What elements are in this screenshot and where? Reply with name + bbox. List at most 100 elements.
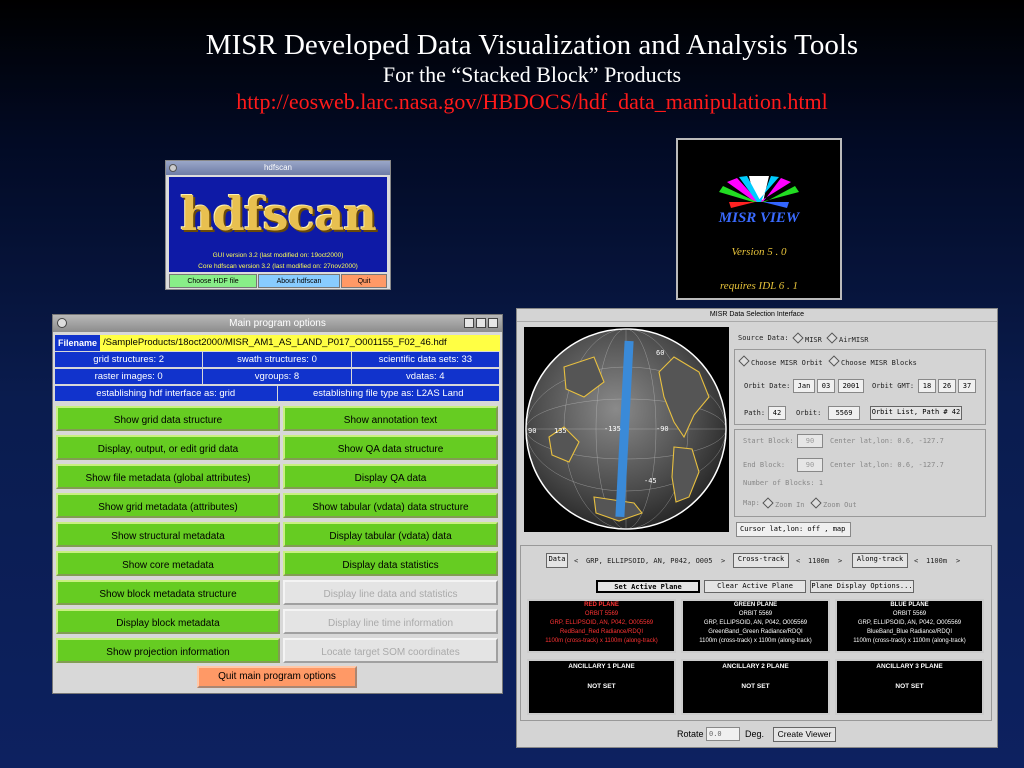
along-track-resolution: 1100m — [926, 557, 948, 565]
filename-row: Filename /SampleProducts/18oct2000/MISR_… — [55, 335, 500, 351]
show-tabular-data-structure-button[interactable]: Show tabular (vdata) data structure — [283, 493, 498, 518]
minimize-icon[interactable] — [464, 318, 474, 328]
plane-display-options-button[interactable]: Plane Display Options... — [810, 580, 914, 593]
blue-plane-panel[interactable]: BLUE PLANE ORBIT 5569 GRP, ELLIPSOID, AN… — [835, 599, 984, 653]
window-menu-icon[interactable] — [57, 318, 67, 328]
create-viewer-button[interactable]: Create Viewer — [773, 727, 836, 742]
radio-icon — [762, 497, 774, 509]
hdfscan-window-title: hdfscan — [263, 163, 293, 172]
show-grid-data-structure-button[interactable]: Show grid data structure — [56, 406, 280, 431]
orbit-gmt-hour-field[interactable]: 18 — [918, 379, 936, 393]
hdfscan-titlebar[interactable]: hdfscan — [166, 161, 390, 175]
start-block-field[interactable]: 90 — [797, 434, 823, 448]
show-block-metadata-structure-button[interactable]: Show block metadata structure — [56, 580, 280, 605]
zoom-out-radio[interactable]: Zoom Out — [810, 497, 857, 509]
orbit-label: Orbit: — [796, 409, 822, 417]
display-edit-grid-data-button[interactable]: Display, output, or edit grid data — [56, 435, 280, 460]
choose-orbit-radio[interactable]: Choose MISR Orbit — [738, 355, 823, 367]
orbit-gmt-sec-field[interactable]: 37 — [958, 379, 976, 393]
choose-blocks-radio[interactable]: Choose MISR Blocks — [828, 355, 917, 367]
swath-structures-stat: swath structures: 0 — [203, 352, 352, 368]
show-annotation-text-button[interactable]: Show annotation text — [283, 406, 498, 431]
vdatas-stat: vdatas: 4 — [351, 369, 500, 385]
data-button[interactable]: Data — [546, 553, 568, 568]
radio-icon — [828, 355, 840, 367]
globe-label: -90 — [656, 425, 669, 433]
show-grid-metadata-button[interactable]: Show grid metadata (attributes) — [56, 493, 280, 518]
cursor-latlon-field: Cursor lat,lon: off , map — [736, 522, 851, 537]
end-block-field[interactable]: 90 — [797, 458, 823, 472]
quit-hdfscan-button[interactable]: Quit — [341, 274, 387, 288]
display-block-metadata-button[interactable]: Display block metadata — [56, 609, 280, 634]
rotate-field[interactable]: 0.0 — [706, 727, 740, 741]
green-plane-panel[interactable]: GREEN PLANE ORBIT 5569 GRP, ELLIPSOID, A… — [681, 599, 830, 653]
globe-label: -135 — [604, 425, 621, 433]
plane-title: ANCILLARY 2 PLANE — [722, 663, 789, 670]
window-menu-icon[interactable] — [169, 164, 177, 172]
radio-icon — [826, 332, 838, 344]
cross-next-icon[interactable]: > — [838, 557, 842, 565]
display-qa-data-button[interactable]: Display QA data — [283, 464, 498, 489]
cross-prev-icon[interactable]: < — [796, 557, 800, 565]
stats-row-1: grid structures: 2 swath structures: 0 s… — [55, 352, 500, 368]
plane-status: NOT SET — [895, 683, 924, 690]
doc-url-link[interactable]: http://eosweb.larc.nasa.gov/HBDOCS/hdf_d… — [0, 88, 1024, 116]
zoom-in-radio[interactable]: Zoom In — [762, 497, 805, 509]
display-line-data-button[interactable]: Display line data and statistics — [283, 580, 498, 605]
clear-active-plane-button[interactable]: Clear Active Plane — [704, 580, 806, 593]
ancillary-1-plane-panel[interactable]: ANCILLARY 1 PLANE NOT SET — [527, 659, 676, 715]
orbit-list-button[interactable]: Orbit List, Path # 42 — [870, 406, 962, 420]
display-line-time-button[interactable]: Display line time information — [283, 609, 498, 634]
plane-status: NOT SET — [587, 683, 616, 690]
plane-orbit: ORBIT 5569 — [584, 611, 619, 617]
vgroups-stat: vgroups: 8 — [203, 369, 352, 385]
show-file-metadata-button[interactable]: Show file metadata (global attributes) — [56, 464, 280, 489]
orbit-year-field[interactable]: 2001 — [838, 379, 864, 393]
data-prev-icon[interactable]: < — [574, 557, 578, 565]
cross-track-button[interactable]: Cross-track — [733, 553, 789, 568]
along-prev-icon[interactable]: < — [914, 557, 918, 565]
set-active-plane-button[interactable]: Set Active Plane — [596, 580, 700, 593]
hdf-interface-stat: establishing hdf interface as: grid — [55, 386, 278, 402]
gui-version-text: GUI version 3.2 (last modified on: 19oct… — [212, 252, 344, 259]
ancillary-3-plane-panel[interactable]: ANCILLARY 3 PLANE NOT SET — [835, 659, 984, 715]
red-plane-panel[interactable]: RED PLANE ORBIT 5569 GRP, ELLIPSOID, AN,… — [527, 599, 676, 653]
source-misr-radio[interactable]: MISR — [792, 332, 822, 344]
about-hdfscan-button[interactable]: About hdfscan — [258, 274, 340, 288]
along-track-button[interactable]: Along-track — [852, 553, 908, 568]
show-projection-information-button[interactable]: Show projection information — [56, 638, 280, 663]
along-next-icon[interactable]: > — [956, 557, 960, 565]
orbit-date-label: Orbit Date: — [744, 382, 791, 390]
plane-band: RedBand_Red Radiance/RDQI — [559, 629, 644, 635]
orbit-gmt-min-field[interactable]: 26 — [938, 379, 956, 393]
plane-title: ANCILLARY 1 PLANE — [568, 663, 635, 670]
slide-subtitle: For the “Stacked Block” Products — [382, 62, 682, 87]
show-qa-data-structure-button[interactable]: Show QA data structure — [283, 435, 498, 460]
show-structural-metadata-button[interactable]: Show structural metadata — [56, 522, 280, 547]
filename-field[interactable]: /SampleProducts/18oct2000/MISR_AM1_AS_LA… — [100, 335, 500, 351]
show-core-metadata-button[interactable]: Show core metadata — [56, 551, 280, 576]
plane-orbit: ORBIT 5569 — [892, 611, 927, 617]
cross-track-resolution: 1100m — [808, 557, 830, 565]
data-next-icon[interactable]: > — [721, 557, 725, 565]
orbit-field[interactable]: 5569 — [828, 406, 860, 420]
orbit-day-field[interactable]: 03 — [817, 379, 835, 393]
globe-map-view[interactable]: 60 -135 -90 90 135 -45 — [524, 327, 729, 532]
close-icon[interactable] — [488, 318, 498, 328]
quit-main-program-button[interactable]: Quit main program options — [197, 666, 357, 688]
map-label: Map: — [743, 499, 760, 507]
ancillary-2-plane-panel[interactable]: ANCILLARY 2 PLANE NOT SET — [681, 659, 830, 715]
maximize-icon[interactable] — [476, 318, 486, 328]
orbit-month-field[interactable]: Jan — [793, 379, 815, 393]
path-field[interactable]: 42 — [768, 406, 786, 420]
end-block-label: End Block: — [743, 461, 786, 469]
main-window-titlebar[interactable]: Main program options — [53, 315, 502, 332]
display-data-statistics-button[interactable]: Display data statistics — [283, 551, 498, 576]
choose-hdf-file-button[interactable]: Choose HDF file — [169, 274, 257, 288]
locate-target-som-button[interactable]: Locate target SOM coordinates — [283, 638, 498, 663]
display-tabular-data-button[interactable]: Display tabular (vdata) data — [283, 522, 498, 547]
source-airmisr-radio[interactable]: AirMISR — [826, 332, 869, 344]
hdfscan-logo-text: hdfscan — [180, 186, 377, 241]
globe-label: 60 — [656, 349, 665, 357]
raster-images-stat: raster images: 0 — [55, 369, 204, 385]
